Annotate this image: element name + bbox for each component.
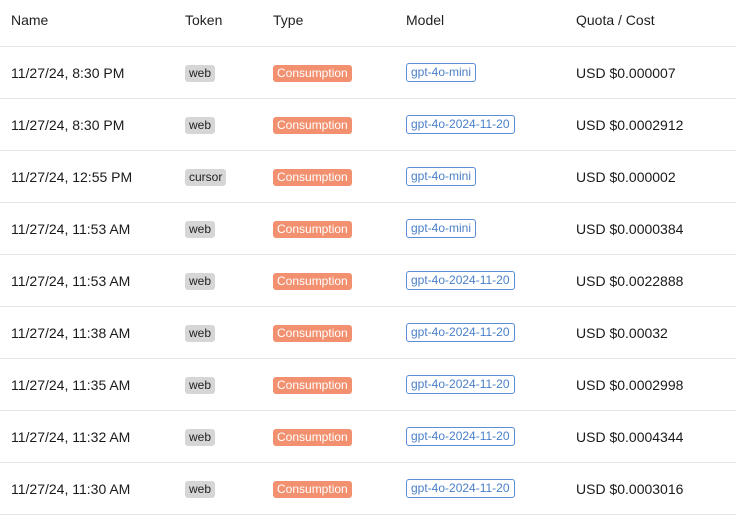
token-badge: web (185, 376, 216, 394)
column-header-type[interactable]: Type (273, 0, 406, 28)
type-badge: Consumption (273, 220, 352, 238)
model-badge[interactable]: gpt-4o-mini (406, 219, 477, 238)
token-badge: web (185, 272, 216, 290)
table-row[interactable]: 11/27/24, 11:53 AM web Consumption gpt-4o-m… (0, 203, 736, 255)
type-badge: Consumption (273, 480, 352, 498)
table-row[interactable]: 11/27/24, 8:30 PM web Consumption gpt-4o-mi… (0, 47, 736, 99)
token-badge: web (185, 116, 216, 134)
usage-log-table: Name Token Type Model Quota / Cost 11/27… (0, 0, 736, 515)
token-badge: web (185, 324, 216, 342)
type-badge: Consumption (273, 428, 352, 446)
model-badge[interactable]: gpt-4o-2024-11-20 (406, 323, 515, 342)
column-header-name[interactable]: Name (0, 0, 185, 28)
model-badge[interactable]: gpt-4o-mini (406, 63, 477, 82)
table-body: 11/27/24, 8:30 PM web Consumption gpt-4o-mi… (0, 47, 736, 515)
token-badge: web (185, 220, 216, 238)
column-header-cost[interactable]: Quota / Cost (576, 0, 736, 28)
table-row[interactable]: 11/27/24, 11:30 AM web Consumption gpt-4o-2… (0, 463, 736, 515)
table-row[interactable]: 11/27/24, 8:30 PM web Consumption gpt-4o-20… (0, 99, 736, 151)
table-row[interactable]: 11/27/24, 11:38 AM web Consumption gpt-4o-2… (0, 307, 736, 359)
table-row[interactable]: 11/27/24, 11:53 AM web Consumption gpt-4o-2… (0, 255, 736, 307)
token-badge: web (185, 64, 216, 82)
type-badge: Consumption (273, 64, 352, 82)
model-badge[interactable]: gpt-4o-mini (406, 167, 477, 186)
type-badge: Consumption (273, 168, 352, 186)
token-badge: web (185, 480, 216, 498)
row-time: 11/27/24, 11:38 AM (11, 324, 131, 341)
row-time: 11/27/24, 11:53 AM (11, 220, 131, 237)
table-header: Name Token Type Model Quota / Cost (0, 0, 736, 47)
row-cost: USD $0.000002 (576, 168, 676, 185)
row-cost: USD $0.000007 (576, 64, 676, 81)
type-badge: Consumption (273, 116, 352, 134)
row-cost: USD $0.0000384 (576, 220, 684, 237)
token-badge: web (185, 428, 216, 446)
column-header-token[interactable]: Token (185, 0, 273, 28)
type-badge: Consumption (273, 324, 352, 342)
row-cost: USD $0.0004344 (576, 428, 684, 445)
row-cost: USD $0.0022888 (576, 272, 684, 289)
type-badge: Consumption (273, 272, 352, 290)
row-time: 11/27/24, 8:30 PM (11, 64, 125, 81)
column-header-model[interactable]: Model (406, 0, 576, 28)
token-badge: cursor (185, 168, 227, 186)
row-cost: USD $0.00032 (576, 324, 668, 341)
row-cost: USD $0.0002998 (576, 376, 684, 393)
model-badge[interactable]: gpt-4o-2024-11-20 (406, 115, 515, 134)
table-row[interactable]: 11/27/24, 11:32 AM web Consumption gpt-4o-2… (0, 411, 736, 463)
model-badge[interactable]: gpt-4o-2024-11-20 (406, 375, 515, 394)
row-time: 11/27/24, 11:53 AM (11, 272, 131, 289)
table-row[interactable]: 11/27/24, 12:55 PM cursor Consumption gpt-4… (0, 151, 736, 203)
row-time: 11/27/24, 11:35 AM (11, 376, 131, 393)
row-cost: USD $0.0003016 (576, 480, 684, 497)
type-badge: Consumption (273, 376, 352, 394)
row-time: 11/27/24, 12:55 PM (11, 168, 133, 185)
row-time: 11/27/24, 11:32 AM (11, 428, 131, 445)
table-row[interactable]: 11/27/24, 11:35 AM web Consumption gpt-4o-2… (0, 359, 736, 411)
model-badge[interactable]: gpt-4o-2024-11-20 (406, 271, 515, 290)
row-time: 11/27/24, 11:30 AM (11, 480, 131, 497)
model-badge[interactable]: gpt-4o-2024-11-20 (406, 427, 515, 446)
model-badge[interactable]: gpt-4o-2024-11-20 (406, 479, 515, 498)
row-time: 11/27/24, 8:30 PM (11, 116, 125, 133)
row-cost: USD $0.0002912 (576, 116, 684, 133)
